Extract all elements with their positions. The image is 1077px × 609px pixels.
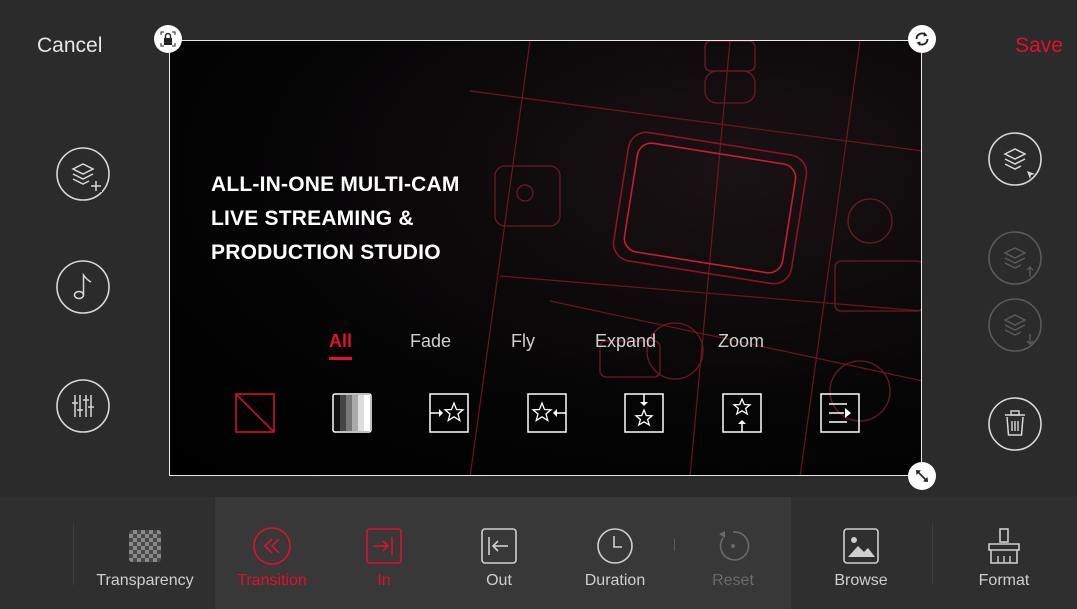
headline-line-2: LIVE STREAMING & bbox=[211, 207, 414, 230]
tab-fade[interactable]: Fade bbox=[410, 331, 451, 352]
format-label: Format bbox=[978, 572, 1030, 589]
duration-label: Duration bbox=[584, 572, 646, 589]
clock-icon bbox=[597, 528, 633, 564]
image-icon bbox=[843, 528, 879, 564]
lock-ratio-handle[interactable] bbox=[154, 25, 182, 53]
music-button[interactable] bbox=[54, 258, 112, 316]
preview-canvas[interactable]: ALL-IN-ONE MULTI-CAM LIVE STREAMING & PR… bbox=[169, 40, 922, 476]
divider bbox=[932, 523, 933, 585]
fly-in-up-icon[interactable] bbox=[722, 393, 762, 433]
fly-in-left-icon[interactable] bbox=[527, 393, 567, 433]
enter-icon bbox=[366, 528, 402, 564]
layer-down-button[interactable] bbox=[986, 296, 1044, 354]
transition-tabs: All Fade Fly Expand Zoom bbox=[170, 331, 921, 361]
divider bbox=[674, 539, 675, 551]
transparency-label: Transparency bbox=[96, 572, 194, 589]
browse-label: Browse bbox=[834, 572, 888, 589]
format-button[interactable]: Format bbox=[949, 497, 1059, 609]
add-layer-icon bbox=[56, 147, 110, 201]
headline-text: ALL-IN-ONE MULTI-CAM LIVE STREAMING & PR… bbox=[211, 168, 460, 270]
exit-icon bbox=[481, 528, 517, 564]
in-label: In bbox=[377, 572, 391, 589]
transition-button[interactable]: Transition bbox=[217, 497, 327, 609]
headline-line-1: ALL-IN-ONE MULTI-CAM bbox=[211, 173, 460, 196]
reset-label: Reset bbox=[712, 572, 754, 589]
in-button[interactable]: In bbox=[329, 497, 439, 609]
transition-label: Transition bbox=[237, 572, 307, 589]
headline-line-3: PRODUCTION STUDIO bbox=[211, 241, 441, 264]
fly-in-down-icon[interactable] bbox=[624, 393, 664, 433]
mixer-button[interactable] bbox=[54, 377, 112, 435]
delete-icon bbox=[988, 397, 1042, 451]
transparency-button[interactable]: Transparency bbox=[90, 497, 200, 609]
reset-button[interactable]: Reset bbox=[678, 497, 788, 609]
browse-button[interactable]: Browse bbox=[806, 497, 916, 609]
tab-expand[interactable]: Expand bbox=[595, 331, 656, 352]
rotate-icon bbox=[915, 32, 929, 46]
bottom-toolbar: Transparency Transition In Out Duration … bbox=[0, 497, 1077, 609]
select-layer-icon bbox=[988, 132, 1042, 186]
layer-up-button[interactable] bbox=[986, 229, 1044, 287]
fade-gradient-icon[interactable] bbox=[332, 393, 372, 433]
select-layer-button[interactable] bbox=[986, 130, 1044, 188]
lock-icon bbox=[160, 31, 176, 47]
duration-button[interactable]: Duration bbox=[560, 497, 670, 609]
divider bbox=[73, 523, 74, 585]
transparency-checker-icon bbox=[129, 530, 161, 562]
cancel-button[interactable]: Cancel bbox=[37, 34, 102, 58]
none-icon[interactable] bbox=[235, 393, 275, 433]
layer-down-icon bbox=[988, 298, 1042, 352]
format-brush-icon bbox=[988, 528, 1020, 564]
resize-handle[interactable] bbox=[908, 462, 936, 490]
out-label: Out bbox=[486, 572, 512, 589]
transition-section: Transition In Out Duration Reset bbox=[215, 497, 791, 609]
double-chevron-left-icon bbox=[253, 527, 291, 565]
rotate-handle[interactable] bbox=[908, 25, 936, 53]
music-icon bbox=[56, 260, 110, 314]
save-button[interactable]: Save bbox=[1015, 34, 1063, 58]
tab-fly[interactable]: Fly bbox=[511, 331, 535, 352]
resize-diagonal-icon bbox=[916, 470, 928, 482]
delete-button[interactable] bbox=[986, 395, 1044, 453]
transition-options bbox=[170, 393, 921, 437]
wipe-right-icon[interactable] bbox=[820, 393, 860, 433]
layer-up-icon bbox=[988, 231, 1042, 285]
mixer-icon bbox=[56, 379, 110, 433]
add-layer-button[interactable] bbox=[54, 145, 112, 203]
tab-zoom[interactable]: Zoom bbox=[718, 331, 764, 352]
reset-icon bbox=[719, 531, 750, 561]
tab-all[interactable]: All bbox=[329, 331, 353, 360]
fly-in-right-icon[interactable] bbox=[429, 393, 469, 433]
out-button[interactable]: Out bbox=[444, 497, 554, 609]
